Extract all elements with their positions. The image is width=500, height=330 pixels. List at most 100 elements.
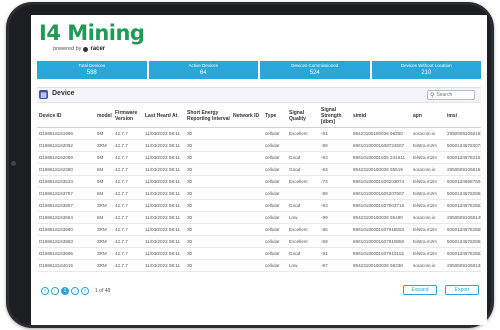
stat-devices-without-location: Devices Without Location 210 xyxy=(371,61,481,79)
table-cell: telstra.m2m xyxy=(413,191,437,196)
table-cell: 30 xyxy=(187,143,193,148)
table-row[interactable]: D169818163980 3RM 42.7.7 11/03/2022 08:11 30… xyxy=(37,224,481,236)
pagination: « ‹ 1 › » 1 of 48 xyxy=(41,287,110,295)
last-page-button[interactable]: » xyxy=(81,287,89,295)
table-cell: D169818163980 xyxy=(39,227,73,232)
table-cell: 11/03/2022 08:11 xyxy=(145,131,181,136)
table-cell: 11/03/2022 08:11 xyxy=(145,191,181,196)
table-cell: D169818163964 xyxy=(39,215,73,220)
table-cell: 42.7.7 xyxy=(115,251,128,256)
table-cell: cellular xyxy=(265,191,280,196)
table-cell: 295050910581338 xyxy=(447,263,481,268)
column-header[interactable]: Signal Quality xyxy=(287,110,319,122)
table-cell: -89 xyxy=(321,191,328,196)
table-cell: 3RM xyxy=(97,251,107,256)
table-cell: -69 xyxy=(321,239,328,244)
powered-by: powered by racer xyxy=(53,46,144,52)
table-row[interactable]: D169818162089 6M 42.7.7 11/03/2022 08:11 30 c… xyxy=(37,152,481,164)
tablet-frame: I4 Mining powered by racer Total Devices… xyxy=(6,2,494,328)
table-cell: D169818163534 xyxy=(39,179,73,184)
table-cell: Excellent xyxy=(289,131,308,136)
first-page-button[interactable]: « xyxy=(41,287,49,295)
app-screen: I4 Mining powered by racer Total Devices… xyxy=(31,15,487,325)
table-cell: -93 xyxy=(321,167,328,172)
column-header[interactable]: simid xyxy=(351,113,411,119)
table-cell: -85 xyxy=(321,227,328,232)
app-title: I4 Mining xyxy=(39,21,145,45)
table-row[interactable]: D169818162380 6M 42.7.7 11/03/2022 08:11 30 c… xyxy=(37,164,481,176)
table-cell: telstra.m2m xyxy=(413,203,437,208)
table-cell: 3RM xyxy=(97,143,107,148)
table-cell: 89423100180036 95490 xyxy=(353,215,403,220)
table-cell: 89423100180036 96338 xyxy=(353,263,403,268)
table-row[interactable]: D169818163983 3RM 42.7.7 11/03/2022 08:11 30… xyxy=(37,236,481,248)
table-cell: telstra.m2m xyxy=(413,227,437,232)
stats-bar: Total Devices 588 Active Devices 64 Devi… xyxy=(37,61,481,79)
column-header[interactable]: imsi xyxy=(445,113,481,119)
column-header[interactable]: Firmware Version xyxy=(113,110,143,122)
table-cell: 3RM xyxy=(97,203,107,208)
table-cell: 505013497828529 xyxy=(447,251,481,256)
table-cell: cellular xyxy=(265,155,280,160)
prev-page-button[interactable]: ‹ xyxy=(51,287,59,295)
table-cell: Good xyxy=(289,167,301,172)
column-header[interactable]: model xyxy=(95,113,113,119)
table-cell: Good xyxy=(289,155,301,160)
table-cell: telstra.m2m xyxy=(413,155,437,160)
table-cell: 6M xyxy=(97,215,104,220)
table-row[interactable]: D169818163534 6M 42.7.7 11/03/2022 08:11 30 c… xyxy=(37,176,481,188)
table-cell: D169818163995 xyxy=(39,251,73,256)
table-cell: 505013497830736 xyxy=(447,143,481,148)
next-page-button[interactable]: › xyxy=(71,287,79,295)
table-cell: -81 xyxy=(321,131,328,136)
table-row[interactable]: D169818163757 6M 42.7.7 11/03/2022 08:11 30 c… xyxy=(37,188,481,200)
table-row[interactable]: D169818164016 3RM 42.7.7 11/03/2022 08:11 30… xyxy=(37,260,481,272)
expand-button[interactable]: Expand xyxy=(403,285,437,295)
column-header[interactable]: Short Energy Reporting Interval xyxy=(185,110,231,122)
table-cell: 11/03/2022 08:11 xyxy=(145,227,181,232)
table-cell: cellular xyxy=(265,251,280,256)
table-cell: 295050910581490 xyxy=(447,215,481,220)
search-box[interactable]: ⚲ xyxy=(427,90,475,100)
table-cell: 42.7.7 xyxy=(115,203,128,208)
column-header[interactable]: Network ID xyxy=(231,113,263,119)
table-cell: -89 xyxy=(321,143,328,148)
table-cell: 505013497828529 xyxy=(447,203,481,208)
table-cell: 30 xyxy=(187,251,193,256)
table-cell: 89610180001507903718 xyxy=(353,203,405,208)
search-input[interactable] xyxy=(436,91,471,99)
table-cell: 42.7.7 xyxy=(115,239,128,244)
table-cell: 89423100180036 96350 xyxy=(353,131,403,136)
column-header[interactable]: Last Heard At xyxy=(143,113,185,119)
table-row[interactable]: D169818161966 6M 42.7.7 11/03/2022 08:11 30 c… xyxy=(37,128,481,140)
table-cell: cellular xyxy=(265,131,280,136)
table-row[interactable]: D169818163995 3RM 42.7.7 11/03/2022 08:11 30… xyxy=(37,248,481,260)
table-cell: 3RM xyxy=(97,263,107,268)
table-cell: cellular xyxy=(265,239,280,244)
table-cell: cellular xyxy=(265,227,280,232)
table-cell: -97 xyxy=(321,263,328,268)
table-cell: 11/03/2022 08:11 xyxy=(145,215,181,220)
table-cell: D169818163757 xyxy=(39,191,73,196)
column-header[interactable]: Signal Strength [dbm] xyxy=(319,107,351,125)
table-header-row: Device ID model Firmware Version Last He… xyxy=(37,105,481,128)
table-cell: 89610180001507910152 xyxy=(353,251,405,256)
table-row[interactable]: D169818163964 6M 42.7.7 11/03/2022 08:11 30 c… xyxy=(37,212,481,224)
table-cell: telstra.m2m xyxy=(413,251,437,256)
current-page-button[interactable]: 1 xyxy=(61,287,69,295)
stat-value: 524 xyxy=(309,70,320,76)
column-header[interactable]: apn xyxy=(411,113,445,119)
table-cell: -93 xyxy=(321,203,328,208)
device-grid-icon: ▦ xyxy=(39,90,48,99)
column-header[interactable]: Type xyxy=(263,113,287,119)
tablet-bezel: I4 Mining powered by racer Total Devices… xyxy=(9,5,491,325)
column-header[interactable]: Device ID xyxy=(37,113,95,119)
table-row[interactable]: D169818162062 3RM 42.7.7 11/03/2022 08:11 30… xyxy=(37,140,481,152)
table-cell: -73 xyxy=(321,179,328,184)
export-button[interactable]: Export xyxy=(445,285,479,295)
table-cell: cellular xyxy=(265,179,280,184)
table-cell: 42.7.7 xyxy=(115,263,128,268)
table-row[interactable]: D169818163857 3RM 42.7.7 11/03/2022 08:11 30… xyxy=(37,200,481,212)
table-cell: Excellent xyxy=(289,179,308,184)
table-cell: 6M xyxy=(97,167,104,172)
